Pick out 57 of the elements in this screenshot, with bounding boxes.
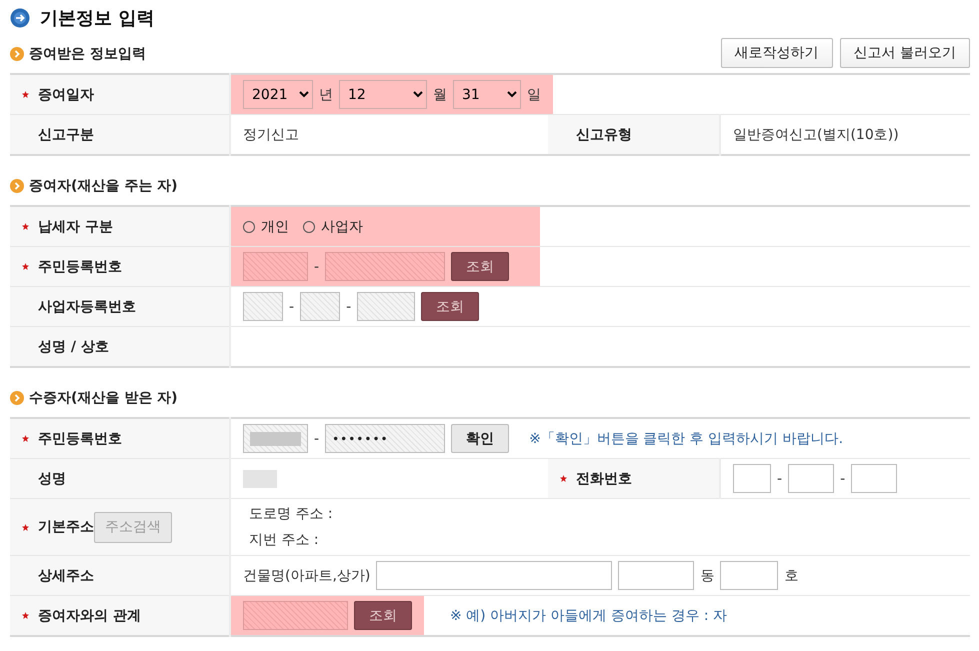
select-field[interactable]: 2021: [243, 80, 313, 109]
confirm-button[interactable]: 확인: [451, 424, 510, 453]
field-label: 성명 / 상호: [38, 338, 109, 356]
section-title: 수증자(재산을 받은 자): [29, 389, 178, 407]
value-text: 동: [700, 566, 714, 584]
chevron-circle-icon: [10, 47, 24, 61]
redacted-block: [243, 470, 277, 488]
section-title: 증여받은 정보입력: [29, 45, 146, 63]
value-text: -: [314, 430, 320, 446]
lookup-button[interactable]: 조회: [421, 292, 480, 321]
field-label: 사업자등록번호: [38, 298, 136, 316]
input-field[interactable]: [733, 464, 771, 493]
address-text: 지번 주소 :: [249, 531, 320, 549]
field-label: 납세자 구분: [38, 218, 113, 236]
section-title: 증여자(재산을 주는 자): [29, 177, 178, 195]
field-label: 기본주소: [38, 518, 94, 536]
input-field[interactable]: [851, 464, 898, 493]
toolbar-button[interactable]: 새로작성하기: [720, 38, 833, 68]
hint-text: ※「확인」버튼을 클릭한 후 입력하시기 바랍니다.: [529, 430, 844, 448]
chevron-circle-icon: [10, 179, 24, 193]
field-label: 전화번호: [576, 470, 632, 488]
value-text: 건물명(아파트,상가): [243, 566, 370, 584]
lookup-button[interactable]: 조회: [451, 252, 510, 281]
radio-option[interactable]: 개인: [243, 218, 289, 236]
field-label: 주민등록번호: [38, 430, 122, 448]
field-label: 신고구분: [38, 126, 94, 144]
value-text: 일: [527, 86, 541, 104]
toolbar-button[interactable]: 신고서 불러오기: [840, 38, 970, 68]
select-field[interactable]: 12: [339, 80, 427, 109]
field-label: 증여자와의 관계: [38, 606, 141, 624]
value-text: 월: [433, 86, 447, 104]
input-field[interactable]: [720, 561, 778, 590]
chevron-circle-icon: [10, 391, 24, 405]
arrow-circle-icon: [10, 8, 30, 28]
value-text: 정기신고: [243, 126, 299, 144]
address-text: 도로명 주소 :: [249, 505, 333, 523]
input-field[interactable]: [376, 561, 612, 590]
radio-option[interactable]: 사업자: [303, 218, 363, 236]
value-text: -: [289, 298, 294, 314]
lookup-button[interactable]: 조회: [354, 601, 412, 630]
value-text: -: [346, 298, 352, 314]
field-label: 증여일자: [38, 86, 94, 104]
input-field[interactable]: [788, 464, 834, 493]
hint-text: ※ 예) 아버지가 아들에게 증여하는 경우 : 자: [450, 606, 728, 624]
field-label: 신고유형: [576, 126, 632, 144]
value-text: -: [777, 470, 782, 486]
select-field[interactable]: 31: [453, 80, 521, 109]
value-text: 일반증여신고(별지(10호)): [733, 126, 899, 144]
value-text: -: [840, 470, 846, 486]
input-field[interactable]: [618, 561, 694, 590]
page-title: 기본정보 입력: [40, 7, 154, 30]
value-text: 년: [319, 86, 333, 104]
field-label: 성명: [38, 470, 66, 488]
field-label: 주민등록번호: [38, 258, 122, 276]
value-text: -: [314, 258, 320, 274]
value-text: 호: [784, 566, 798, 584]
field-label: 상세주소: [38, 566, 94, 584]
